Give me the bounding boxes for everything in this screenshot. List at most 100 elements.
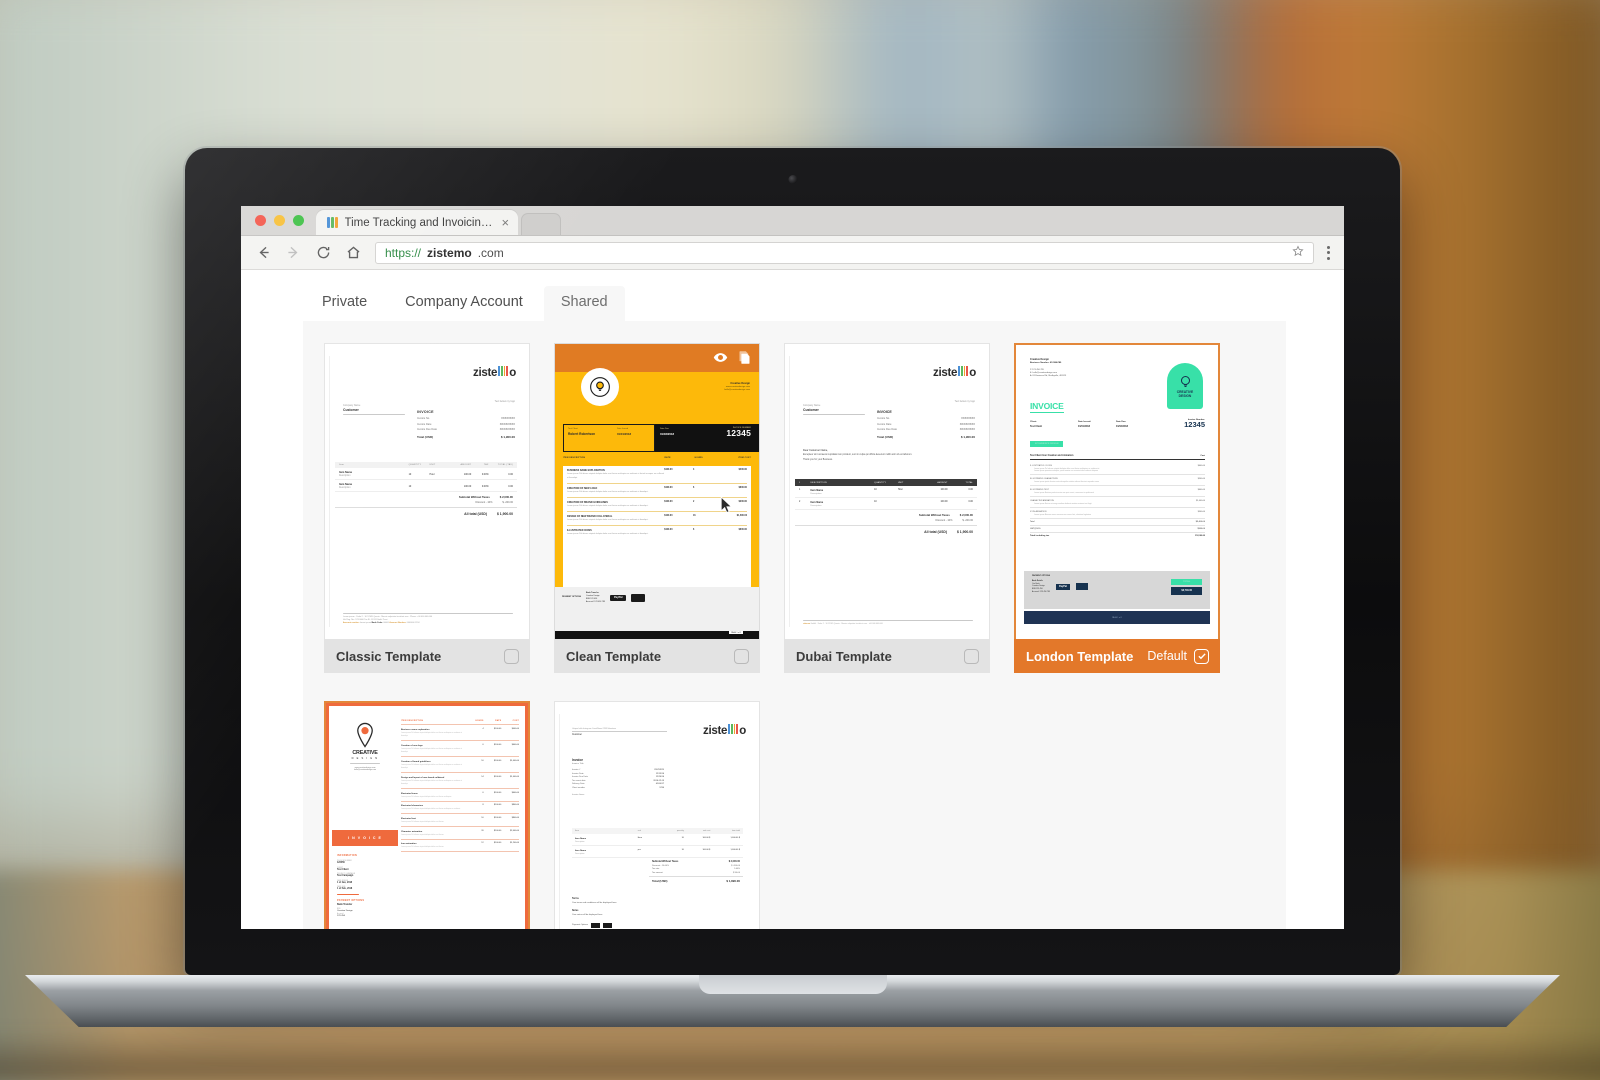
- template-preview-creative[interactable]: CREATIVE D E S I G N www.creativedesign.…: [324, 701, 530, 929]
- template-preview-plain[interactable]: ziste o Unique hello Instagram CorralRoom…: [554, 701, 760, 929]
- template-label-classic: Classic Template: [324, 639, 530, 673]
- laptop-lid: Time Tracking and Invoicing in × https:/…: [185, 148, 1400, 975]
- template-card-clean[interactable]: Creative Design www.creativedesign.com h…: [554, 343, 760, 673]
- back-icon[interactable]: [255, 244, 272, 261]
- zistemo-logo: ziste o: [933, 366, 976, 379]
- browser-tab-strip: Time Tracking and Invoicing in ×: [241, 206, 1344, 236]
- template-card-dubai[interactable]: ziste o Company Name Customer Text below …: [784, 343, 990, 673]
- creative-design-logo: CREATIVE DESIGN: [1167, 363, 1203, 409]
- table-row: 1 Item Name Description 10 Hour 100.00 0.…: [795, 486, 977, 498]
- list-item: ILLUSTRATED ICONS Lorem ipsum Pel idiusm …: [567, 529, 747, 535]
- url-host: zistemo: [427, 245, 472, 260]
- template-hover-actions: [713, 350, 752, 365]
- eye-icon[interactable]: [713, 350, 728, 365]
- browser-toolbar: https:// zistemo .com: [241, 236, 1344, 270]
- default-label: Default: [1147, 649, 1187, 663]
- mouse-cursor: [720, 496, 733, 515]
- card-badge: [631, 593, 646, 602]
- pay-button[interactable]: TOTAL: [1171, 579, 1202, 585]
- desk-shadow: [0, 1032, 1600, 1080]
- list-item: Design and layout of new brand collatera…: [401, 773, 519, 790]
- list-item: ILLUSTRATED TEXT $640.00 Lorem ipsum Enin…: [1030, 486, 1205, 497]
- list-item: Business name exploration Lorem ipsum Pel…: [401, 725, 519, 742]
- zistemo-logo: ziste o: [473, 366, 516, 379]
- window-controls: [255, 215, 304, 235]
- reload-icon[interactable]: [315, 244, 332, 261]
- pay-amount: $3,740.00: [1171, 586, 1202, 595]
- template-preview-london[interactable]: Creative Design Business Number: 91236A7…: [1014, 343, 1220, 639]
- template-card-classic[interactable]: ziste o Company Name Customer Text below …: [324, 343, 530, 673]
- list-item: ILLUSTRATED CHARACTERS $540.00 Lorem ipsu…: [1030, 475, 1205, 486]
- tab-private[interactable]: Private: [305, 286, 384, 321]
- url-tld: .com: [477, 245, 504, 260]
- minimize-window-button[interactable]: [274, 215, 285, 226]
- list-item: Illustrated characters Lorem ipsum Pel id…: [401, 802, 519, 815]
- address-bar[interactable]: https:// zistemo .com: [375, 241, 1314, 264]
- template-card-london[interactable]: Creative Design Business Number: 91236A7…: [1014, 343, 1220, 673]
- tab-shared[interactable]: Shared: [543, 286, 625, 321]
- table-row: Item Name Description 10 Hour 100.00 0.00…: [335, 468, 517, 480]
- list-item: Creation of brand guidelines Lorem ipsum …: [401, 757, 519, 774]
- table-row: Item Name Description Hour 10 100.00 $ 1,…: [572, 834, 743, 846]
- list-item: Illustrated icons Lorem ipsum Pel idiusm …: [401, 789, 519, 802]
- list-item: Icon animation Lorem ipsum Pel idiusm stu…: [401, 840, 519, 853]
- table-row: Item Name Description pcs 10 100.00 $ 1,0…: [572, 846, 743, 858]
- close-tab-icon[interactable]: ×: [502, 216, 510, 229]
- laptop-mockup: Time Tracking and Invoicing in × https:/…: [25, 148, 1560, 1027]
- paypal-badge: PayPal: [609, 594, 627, 601]
- maximize-window-button[interactable]: [293, 215, 304, 226]
- browser-tab-active[interactable]: Time Tracking and Invoicing in ×: [316, 210, 519, 235]
- list-item: CHARACTER ANIMATION $1,040.00 Lorem ipsum…: [1030, 497, 1205, 508]
- set-default-checkbox[interactable]: [1194, 648, 1209, 664]
- zistemo-favicon-icon: [327, 217, 338, 228]
- table-row: Item Name Description 10 100.00 0.00% 0.0…: [335, 480, 517, 492]
- template-name: London Template: [1026, 648, 1134, 664]
- list-item: Illustrated text Lorem ipsum Pel idiusm s…: [401, 814, 519, 828]
- template-card-plain[interactable]: ziste o Unique hello Instagram CorralRoom…: [554, 701, 760, 929]
- list-item: Character animation Lorem ipsum Pel idius…: [401, 827, 519, 840]
- laptop-base: [25, 975, 1560, 1027]
- list-item: ILLUSTRATED ICONS $640.00 Lorem ipsum Pel…: [1030, 462, 1205, 475]
- template-preview-clean[interactable]: Creative Design www.creativedesign.com h…: [554, 343, 760, 639]
- list-item: Creation of new logo Lorem ipsum Pel idiu…: [401, 741, 519, 758]
- template-preview-dubai[interactable]: ziste o Company Name Customer Text below …: [784, 343, 990, 639]
- browser-tab-title: Time Tracking and Invoicing in: [344, 216, 495, 229]
- paypal-badge: PayPal: [1055, 583, 1070, 590]
- forward-icon: [285, 244, 302, 261]
- card-badge: [590, 923, 600, 929]
- template-label-london: London Template Default: [1014, 639, 1220, 673]
- template-preview-classic[interactable]: ziste o Company Name Customer Text below …: [324, 343, 530, 639]
- set-default-checkbox[interactable]: [964, 648, 979, 664]
- duplicate-icon[interactable]: [737, 350, 752, 365]
- url-scheme: https://: [385, 245, 422, 260]
- laptop-screen: Time Tracking and Invoicing in × https:/…: [241, 206, 1344, 929]
- set-default-checkbox[interactable]: [504, 648, 519, 664]
- template-name: Classic Template: [336, 648, 442, 664]
- set-default-checkbox[interactable]: [734, 648, 749, 664]
- status-badge: ECOMMERCE DESIGN: [1030, 441, 1064, 447]
- home-icon[interactable]: [345, 244, 362, 261]
- browser-menu-icon[interactable]: [1327, 245, 1330, 260]
- template-scope-tabs: Private Company Account Shared: [241, 270, 1344, 321]
- zistemo-logo: ziste o: [703, 724, 746, 737]
- webcam-icon: [788, 175, 797, 184]
- tab-company-account[interactable]: Company Account: [388, 286, 540, 321]
- creative-design-logo: [581, 368, 619, 406]
- list-item: ICON ANIMATION $940.00 Lorem ipsum Bienum…: [1030, 508, 1205, 519]
- template-card-creative[interactable]: CREATIVE D E S I G N www.creativedesign.…: [324, 701, 530, 929]
- template-name: Dubai Template: [796, 648, 892, 664]
- close-window-button[interactable]: [255, 215, 266, 226]
- table-row: 2 Item Name Description 10 100.00 0.00: [795, 498, 977, 510]
- laptop-notch: [698, 975, 887, 994]
- template-grid: ziste o Company Name Customer Text below …: [324, 343, 1266, 929]
- template-name: Clean Template: [566, 648, 662, 664]
- web-page: Private Company Account Shared ziste o C…: [241, 270, 1344, 929]
- template-label-dubai: Dubai Template: [784, 639, 990, 673]
- list-item: BUSINESS NAME EXPLORATION Lorem ipsum Pel…: [567, 469, 747, 484]
- card-badge-2: [602, 923, 612, 929]
- card-badge: [1075, 583, 1088, 591]
- default-indicator: Default: [1147, 648, 1209, 664]
- new-tab-button[interactable]: [521, 213, 562, 235]
- bookmark-star-icon[interactable]: [1292, 245, 1304, 260]
- templates-panel: ziste o Company Name Customer Text below …: [303, 321, 1286, 929]
